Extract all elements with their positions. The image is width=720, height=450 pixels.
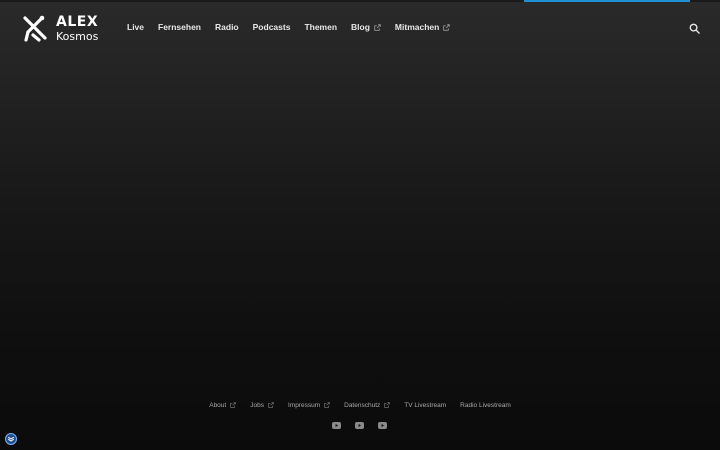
external-link-icon xyxy=(374,23,381,31)
nav-item-themen[interactable]: Themen xyxy=(304,20,337,34)
nav-item-label: Radio xyxy=(215,22,239,32)
external-link-icon xyxy=(268,402,274,408)
search-button[interactable] xyxy=(689,23,700,34)
site-header: ALEX Kosmos Live Fernsehen Radio Podcast… xyxy=(0,2,720,54)
youtube-icon xyxy=(331,422,341,429)
footer-link-label: Jobs xyxy=(250,401,264,409)
youtube-icon xyxy=(354,422,364,429)
external-link-icon xyxy=(230,402,236,408)
cookie-consent-button[interactable] xyxy=(5,433,17,445)
site-footer: About Jobs Impressum Datenschutz TV Live… xyxy=(0,400,720,429)
footer-link-jobs[interactable]: Jobs xyxy=(250,400,274,410)
footer-link-label: About xyxy=(209,401,227,409)
nav-item-label: Live xyxy=(127,22,145,32)
main-navigation: Live Fernsehen Radio Podcasts Themen Blo… xyxy=(127,20,464,34)
alex-logo-icon xyxy=(20,13,50,43)
footer-link-label: TV Livestream xyxy=(404,401,447,409)
nav-item-label: Mitmachen xyxy=(394,22,440,32)
nav-item-fernsehen[interactable]: Fernsehen xyxy=(158,20,201,34)
footer-link-impressum[interactable]: Impressum xyxy=(288,400,330,410)
nav-item-label: Fernsehen xyxy=(158,22,202,32)
brand-subname: Kosmos xyxy=(56,29,99,43)
social-link-youtube-1[interactable] xyxy=(331,422,341,429)
youtube-icon xyxy=(377,422,387,429)
footer-link-label: Radio Livestream xyxy=(460,401,511,409)
footer-link-datenschutz[interactable]: Datenschutz xyxy=(344,400,391,410)
footer-link-tv-livestream[interactable]: TV Livestream xyxy=(404,400,446,410)
social-links xyxy=(0,422,720,429)
nav-item-label: Blog xyxy=(351,22,370,32)
footer-link-label: Impressum xyxy=(287,401,321,409)
nav-item-mitmachen[interactable]: Mitmachen xyxy=(394,20,451,34)
footer-link-label: Datenschutz xyxy=(344,401,381,409)
brand-name: ALEX xyxy=(56,13,99,30)
nav-item-podcasts[interactable]: Podcasts xyxy=(253,20,291,34)
external-link-icon xyxy=(324,402,330,408)
external-link-icon xyxy=(443,23,451,31)
search-icon xyxy=(689,23,700,34)
footer-link-about[interactable]: About xyxy=(209,400,236,410)
nav-item-label: Podcasts xyxy=(252,22,291,32)
social-link-youtube-2[interactable] xyxy=(354,422,364,429)
external-link-icon xyxy=(384,402,391,408)
social-link-youtube-3[interactable] xyxy=(377,422,387,429)
footer-link-radio-livestream[interactable]: Radio Livestream xyxy=(460,400,511,410)
brand-wordmark: ALEX Kosmos xyxy=(56,15,98,42)
footer-links: About Jobs Impressum Datenschutz TV Live… xyxy=(0,400,720,410)
nav-item-radio[interactable]: Radio xyxy=(215,20,239,34)
nav-item-live[interactable]: Live xyxy=(127,20,144,34)
site-logo-link[interactable]: ALEX Kosmos xyxy=(20,12,98,44)
nav-item-label: Themen xyxy=(304,22,338,32)
cookie-consent-icon xyxy=(7,435,15,443)
nav-item-blog[interactable]: Blog xyxy=(351,20,381,34)
